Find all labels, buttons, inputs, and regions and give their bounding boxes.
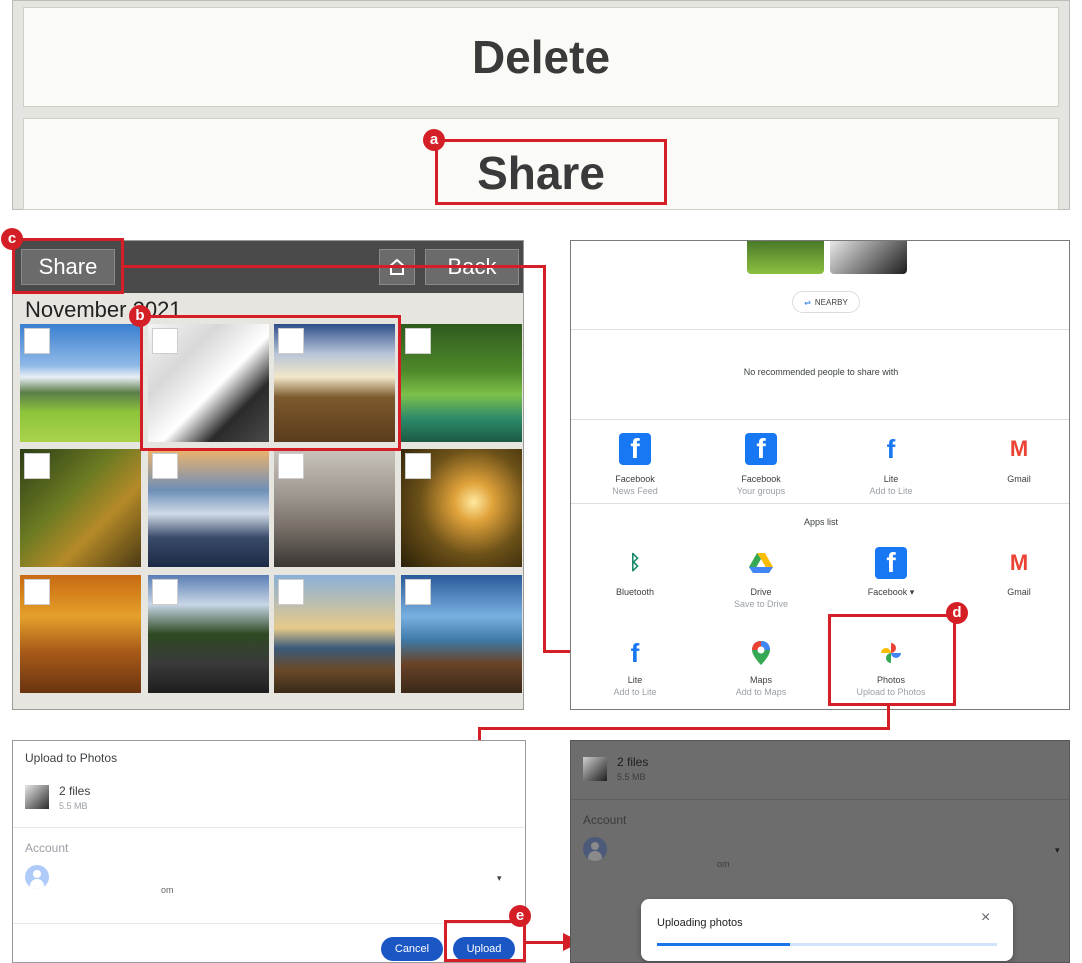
preview-thumbnail bbox=[830, 241, 907, 274]
progress-fill bbox=[657, 943, 790, 946]
dialog-title: Upload to Photos bbox=[25, 751, 118, 765]
account-dropdown-icon[interactable]: ▾ bbox=[497, 873, 502, 884]
callout-b-badge: b bbox=[129, 305, 151, 327]
facebook-lite-icon[interactable]: f bbox=[619, 637, 651, 669]
photo-checkbox[interactable] bbox=[24, 453, 50, 479]
share-sheet: ⇌ NEARBY No recommended people to share … bbox=[570, 240, 1070, 710]
gmail-icon[interactable]: M bbox=[1003, 433, 1035, 465]
photo-checkbox[interactable] bbox=[405, 453, 431, 479]
share-target-sub: Add to Lite bbox=[869, 486, 913, 496]
share-target-name: Facebook bbox=[741, 474, 781, 484]
avatar bbox=[25, 865, 49, 889]
flow-arrow bbox=[526, 941, 568, 944]
facebook-icon[interactable]: f bbox=[875, 547, 907, 579]
share-target-name: Lite bbox=[883, 474, 899, 484]
account-email[interactable]: om bbox=[161, 885, 174, 895]
toast-message: Uploading photos bbox=[657, 917, 743, 929]
file-thumbnail bbox=[583, 757, 607, 781]
bluetooth-icon[interactable]: ᛒ bbox=[619, 547, 651, 579]
file-count: 2 files bbox=[617, 755, 649, 769]
nearby-chip[interactable]: ⇌ NEARBY bbox=[792, 291, 860, 313]
photo-checkbox[interactable] bbox=[278, 453, 304, 479]
callout-b-box bbox=[140, 315, 401, 451]
account-label: Account bbox=[25, 841, 69, 855]
photo-checkbox[interactable] bbox=[152, 453, 178, 479]
app-name: Gmail bbox=[1007, 587, 1031, 597]
file-size: 5.5 MB bbox=[617, 772, 646, 782]
facebook-icon[interactable]: f bbox=[745, 433, 777, 465]
photo-tile[interactable] bbox=[401, 449, 522, 567]
facebook-icon[interactable]: f bbox=[619, 433, 651, 465]
photo-checkbox[interactable] bbox=[152, 579, 178, 605]
file-size: 5.5 MB bbox=[59, 801, 88, 811]
app-sub: Save to Drive bbox=[733, 599, 789, 609]
app-sub: Add to Maps bbox=[735, 687, 787, 697]
flow-arrow bbox=[478, 727, 890, 730]
callout-e-badge: e bbox=[509, 905, 531, 927]
cancel-button[interactable]: Cancel bbox=[381, 937, 443, 961]
app-name: Bluetooth bbox=[615, 587, 655, 597]
avatar bbox=[583, 837, 607, 861]
gallery-panel: Share Back November 2021 bbox=[12, 240, 524, 710]
app-name: Drive bbox=[750, 587, 772, 597]
photo-checkbox[interactable] bbox=[24, 579, 50, 605]
photo-tile[interactable] bbox=[148, 575, 269, 693]
callout-e-box bbox=[444, 920, 526, 962]
dropdown-icon: ▾ bbox=[909, 587, 915, 597]
app-name: Facebook ▾ bbox=[867, 587, 915, 597]
delete-button[interactable]: Delete bbox=[23, 7, 1059, 107]
preview-thumbnail bbox=[747, 241, 824, 274]
callout-a-badge: a bbox=[423, 129, 445, 151]
callout-d-box bbox=[828, 614, 956, 706]
flow-arrow bbox=[543, 265, 546, 653]
photo-checkbox[interactable] bbox=[24, 328, 50, 354]
photo-tile[interactable] bbox=[274, 575, 395, 693]
photo-tile[interactable] bbox=[401, 324, 522, 442]
photo-tile[interactable] bbox=[274, 449, 395, 567]
gmail-icon[interactable]: M bbox=[1003, 547, 1035, 579]
close-icon[interactable]: × bbox=[981, 909, 990, 927]
photo-checkbox[interactable] bbox=[405, 328, 431, 354]
nearby-label: NEARBY bbox=[814, 297, 848, 307]
maps-icon[interactable] bbox=[745, 637, 777, 669]
upload-progress-toast: Uploading photos × bbox=[641, 899, 1013, 961]
photo-tile[interactable] bbox=[148, 449, 269, 567]
photo-tile[interactable] bbox=[20, 449, 141, 567]
apps-list-heading: Apps list bbox=[803, 517, 838, 527]
nearby-icon: ⇌ bbox=[804, 297, 811, 307]
photo-tile[interactable] bbox=[20, 575, 141, 693]
share-target-sub: Your groups bbox=[736, 486, 786, 496]
flow-arrow bbox=[124, 265, 545, 268]
photo-checkbox[interactable] bbox=[405, 579, 431, 605]
uploading-panel: 2 files 5.5 MB Account om ▾ Uploading ph… bbox=[570, 740, 1070, 963]
app-name: Lite bbox=[627, 675, 643, 685]
callout-c-box bbox=[12, 238, 124, 294]
progress-track bbox=[657, 943, 997, 946]
file-count: 2 files bbox=[59, 784, 91, 798]
file-thumbnail bbox=[25, 785, 49, 809]
facebook-lite-icon[interactable]: f bbox=[875, 433, 907, 465]
app-name: Maps bbox=[749, 675, 772, 685]
drive-icon[interactable] bbox=[745, 547, 777, 579]
callout-a-box bbox=[435, 139, 667, 205]
account-label: Account bbox=[583, 813, 627, 827]
account-dropdown-icon: ▾ bbox=[1055, 845, 1060, 855]
callout-c-badge: c bbox=[1, 228, 23, 250]
photo-checkbox[interactable] bbox=[278, 579, 304, 605]
photo-tile[interactable] bbox=[20, 324, 141, 442]
share-target-name: Facebook bbox=[615, 474, 655, 484]
account-email: om bbox=[717, 859, 730, 869]
app-sub: Add to Lite bbox=[613, 687, 657, 697]
photo-tile[interactable] bbox=[401, 575, 522, 693]
no-people-message: No recommended people to share with bbox=[743, 367, 899, 377]
share-target-sub: News Feed bbox=[612, 486, 658, 496]
callout-d-badge: d bbox=[946, 602, 968, 624]
share-target-name: Gmail bbox=[1007, 474, 1031, 484]
